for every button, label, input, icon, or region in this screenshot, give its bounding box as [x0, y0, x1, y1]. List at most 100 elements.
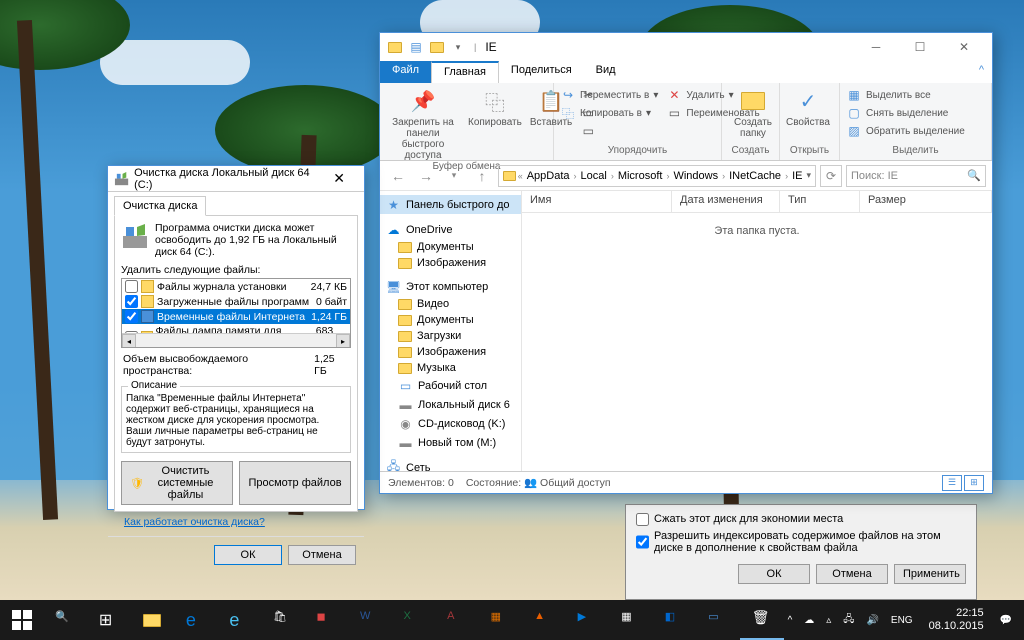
col-type[interactable]: Тип	[780, 191, 860, 212]
moveto-button[interactable]: ↪Переместить в ▾	[560, 87, 658, 103]
nav-this-pc[interactable]: 🖥Этот компьютер	[380, 277, 521, 296]
taskbar-access[interactable]: A	[435, 600, 479, 640]
nav-localdisk[interactable]: ▬Локальный диск 6	[380, 395, 521, 414]
search-input[interactable]: Поиск: IE🔍	[846, 165, 986, 187]
tray-volume-icon[interactable]: 🔊	[862, 615, 882, 626]
breadcrumb[interactable]: « AppData› Local› Microsoft› Windows› IN…	[498, 165, 816, 187]
history-dropdown[interactable]: ▾	[442, 164, 466, 188]
copyto-button[interactable]: ⿻Копировать в ▾	[560, 105, 658, 121]
taskview-button[interactable]: ⊞	[87, 600, 131, 640]
index-checkbox[interactable]	[636, 530, 649, 554]
selectall-button[interactable]: ▦Выделить все	[846, 87, 965, 103]
newfolder-button[interactable]: Создать папку	[728, 87, 778, 139]
nav-documents[interactable]: Документы	[380, 239, 521, 255]
taskbar-ie[interactable]: e	[218, 600, 262, 640]
nav-network[interactable]: 🖧Сеть	[380, 458, 521, 471]
taskbar-vlc[interactable]: ▲	[522, 600, 566, 640]
tab-view[interactable]: Вид	[584, 61, 628, 83]
ribbon-collapse-icon[interactable]: ^	[971, 61, 992, 83]
cancel-button[interactable]: Отмена	[288, 545, 356, 565]
apply-button[interactable]: Применить	[894, 564, 966, 584]
view-details-button[interactable]: ☰	[942, 475, 962, 491]
star-icon: ★	[386, 197, 401, 212]
view-icons-button[interactable]: ⊞	[964, 475, 984, 491]
taskbar-excel[interactable]: X	[392, 600, 436, 640]
taskbar-app5[interactable]: ▭	[697, 600, 741, 640]
qat-dropdown-icon[interactable]: ▾	[449, 38, 467, 56]
tray-expand-icon[interactable]: ^	[784, 615, 797, 626]
qat-newfolder-icon[interactable]	[428, 38, 446, 56]
taskbar-app2[interactable]: ▦	[479, 600, 523, 640]
nav-cddrive[interactable]: ◉CD-дисковод (K:)	[380, 414, 521, 433]
file-list[interactable]: Файлы журнала установки24,7 КБ Загруженн…	[121, 278, 351, 348]
start-button[interactable]	[0, 600, 44, 640]
file-row: Временные файлы Интернета1,24 ГБ	[122, 309, 350, 324]
folder-icon	[398, 331, 412, 342]
taskbar-store[interactable]: 🛍	[261, 600, 305, 640]
column-headers: Имя Дата изменения Тип Размер	[522, 191, 992, 213]
minimize-button[interactable]: ─	[854, 33, 898, 61]
nav-newvol[interactable]: ▬Новый том (M:)	[380, 433, 521, 452]
properties-button[interactable]: ✓Свойства	[786, 87, 830, 128]
col-size[interactable]: Размер	[860, 191, 992, 212]
folder-icon	[398, 347, 412, 358]
tray-language[interactable]: ENG	[887, 615, 917, 626]
status-items: Элементов: 0	[388, 477, 454, 489]
nav-onedrive[interactable]: ☁OneDrive	[380, 220, 521, 239]
disk-cleanup-window: Очистка диска Локальный диск 64 (C:) ✕ О…	[107, 165, 365, 510]
tab-cleanup[interactable]: Очистка диска	[114, 196, 206, 216]
qat-properties-icon[interactable]: ▤	[407, 38, 425, 56]
ok-button[interactable]: ОК	[214, 545, 282, 565]
view-files-button[interactable]: Просмотр файлов	[239, 461, 351, 505]
tray-security-icon[interactable]: ▵	[822, 615, 835, 626]
cancel-button[interactable]: Отмена	[816, 564, 888, 584]
close-button[interactable]: ✕	[320, 170, 358, 187]
back-button[interactable]: ←	[386, 164, 410, 188]
forward-button[interactable]: →	[414, 164, 438, 188]
nav-images2[interactable]: Изображения	[380, 344, 521, 360]
clean-system-files-button[interactable]: 🛡Очистить системные файлы	[121, 461, 233, 505]
copy-button[interactable]: ⿻Копировать	[468, 87, 522, 128]
col-date[interactable]: Дата изменения	[672, 191, 780, 212]
taskbar-word[interactable]: W	[348, 600, 392, 640]
nav-images[interactable]: Изображения	[380, 255, 521, 271]
folder-icon	[503, 171, 516, 181]
tray-onedrive-icon[interactable]: ☁	[800, 615, 818, 626]
cleanup-title-text: Очистка диска Локальный диск 64 (C:)	[134, 167, 320, 191]
nav-downloads[interactable]: Загрузки	[380, 328, 521, 344]
search-button[interactable]: 🔍	[44, 600, 88, 640]
taskbar-cleanup-running[interactable]: 🗑	[740, 600, 784, 640]
nav-quick-access[interactable]: ★Панель быстрого до	[380, 195, 521, 214]
help-link[interactable]: Как работает очистка диска?	[114, 512, 358, 532]
taskbar-app4[interactable]: ◧	[653, 600, 697, 640]
invert-button[interactable]: ▨Обратить выделение	[846, 123, 965, 139]
up-button[interactable]: ↑	[470, 164, 494, 188]
cleanup-titlebar[interactable]: Очистка диска Локальный диск 64 (C:) ✕	[108, 166, 364, 192]
nav-documents2[interactable]: Документы	[380, 312, 521, 328]
close-button[interactable]: ✕	[942, 33, 986, 61]
tab-file[interactable]: Файл	[380, 61, 431, 83]
ok-button[interactable]: ОК	[738, 564, 810, 584]
taskbar-explorer[interactable]	[131, 600, 175, 640]
tray-notifications-icon[interactable]: 💬	[996, 615, 1016, 626]
nav-music[interactable]: Музыка	[380, 360, 521, 376]
explorer-titlebar[interactable]: ▤ ▾ | IE ─ ☐ ✕	[380, 33, 992, 61]
nav-desktop[interactable]: ▭Рабочий стол	[380, 376, 521, 395]
pin-button[interactable]: 📌Закрепить на панели быстрого доступа	[386, 87, 460, 161]
taskbar-app3[interactable]: ▶	[566, 600, 610, 640]
taskbar-app1[interactable]: ◼	[305, 600, 349, 640]
tray-network-icon[interactable]: 🖧	[839, 612, 858, 629]
nav-video[interactable]: Видео	[380, 296, 521, 312]
col-name[interactable]: Имя	[522, 191, 672, 212]
tray-clock[interactable]: 22:1508.10.2015	[921, 607, 992, 633]
refresh-button[interactable]: ⟳	[820, 165, 842, 187]
scrollbar-horizontal[interactable]: ◂▸	[122, 333, 350, 347]
moveto-icon: ↪	[560, 87, 576, 103]
deselect-button[interactable]: ▢Снять выделение	[846, 105, 965, 121]
taskbar-calc[interactable]: ▦	[609, 600, 653, 640]
compress-checkbox[interactable]	[636, 513, 649, 526]
tab-share[interactable]: Поделиться	[499, 61, 584, 83]
taskbar-edge[interactable]: e	[174, 600, 218, 640]
maximize-button[interactable]: ☐	[898, 33, 942, 61]
tab-home[interactable]: Главная	[431, 61, 499, 83]
